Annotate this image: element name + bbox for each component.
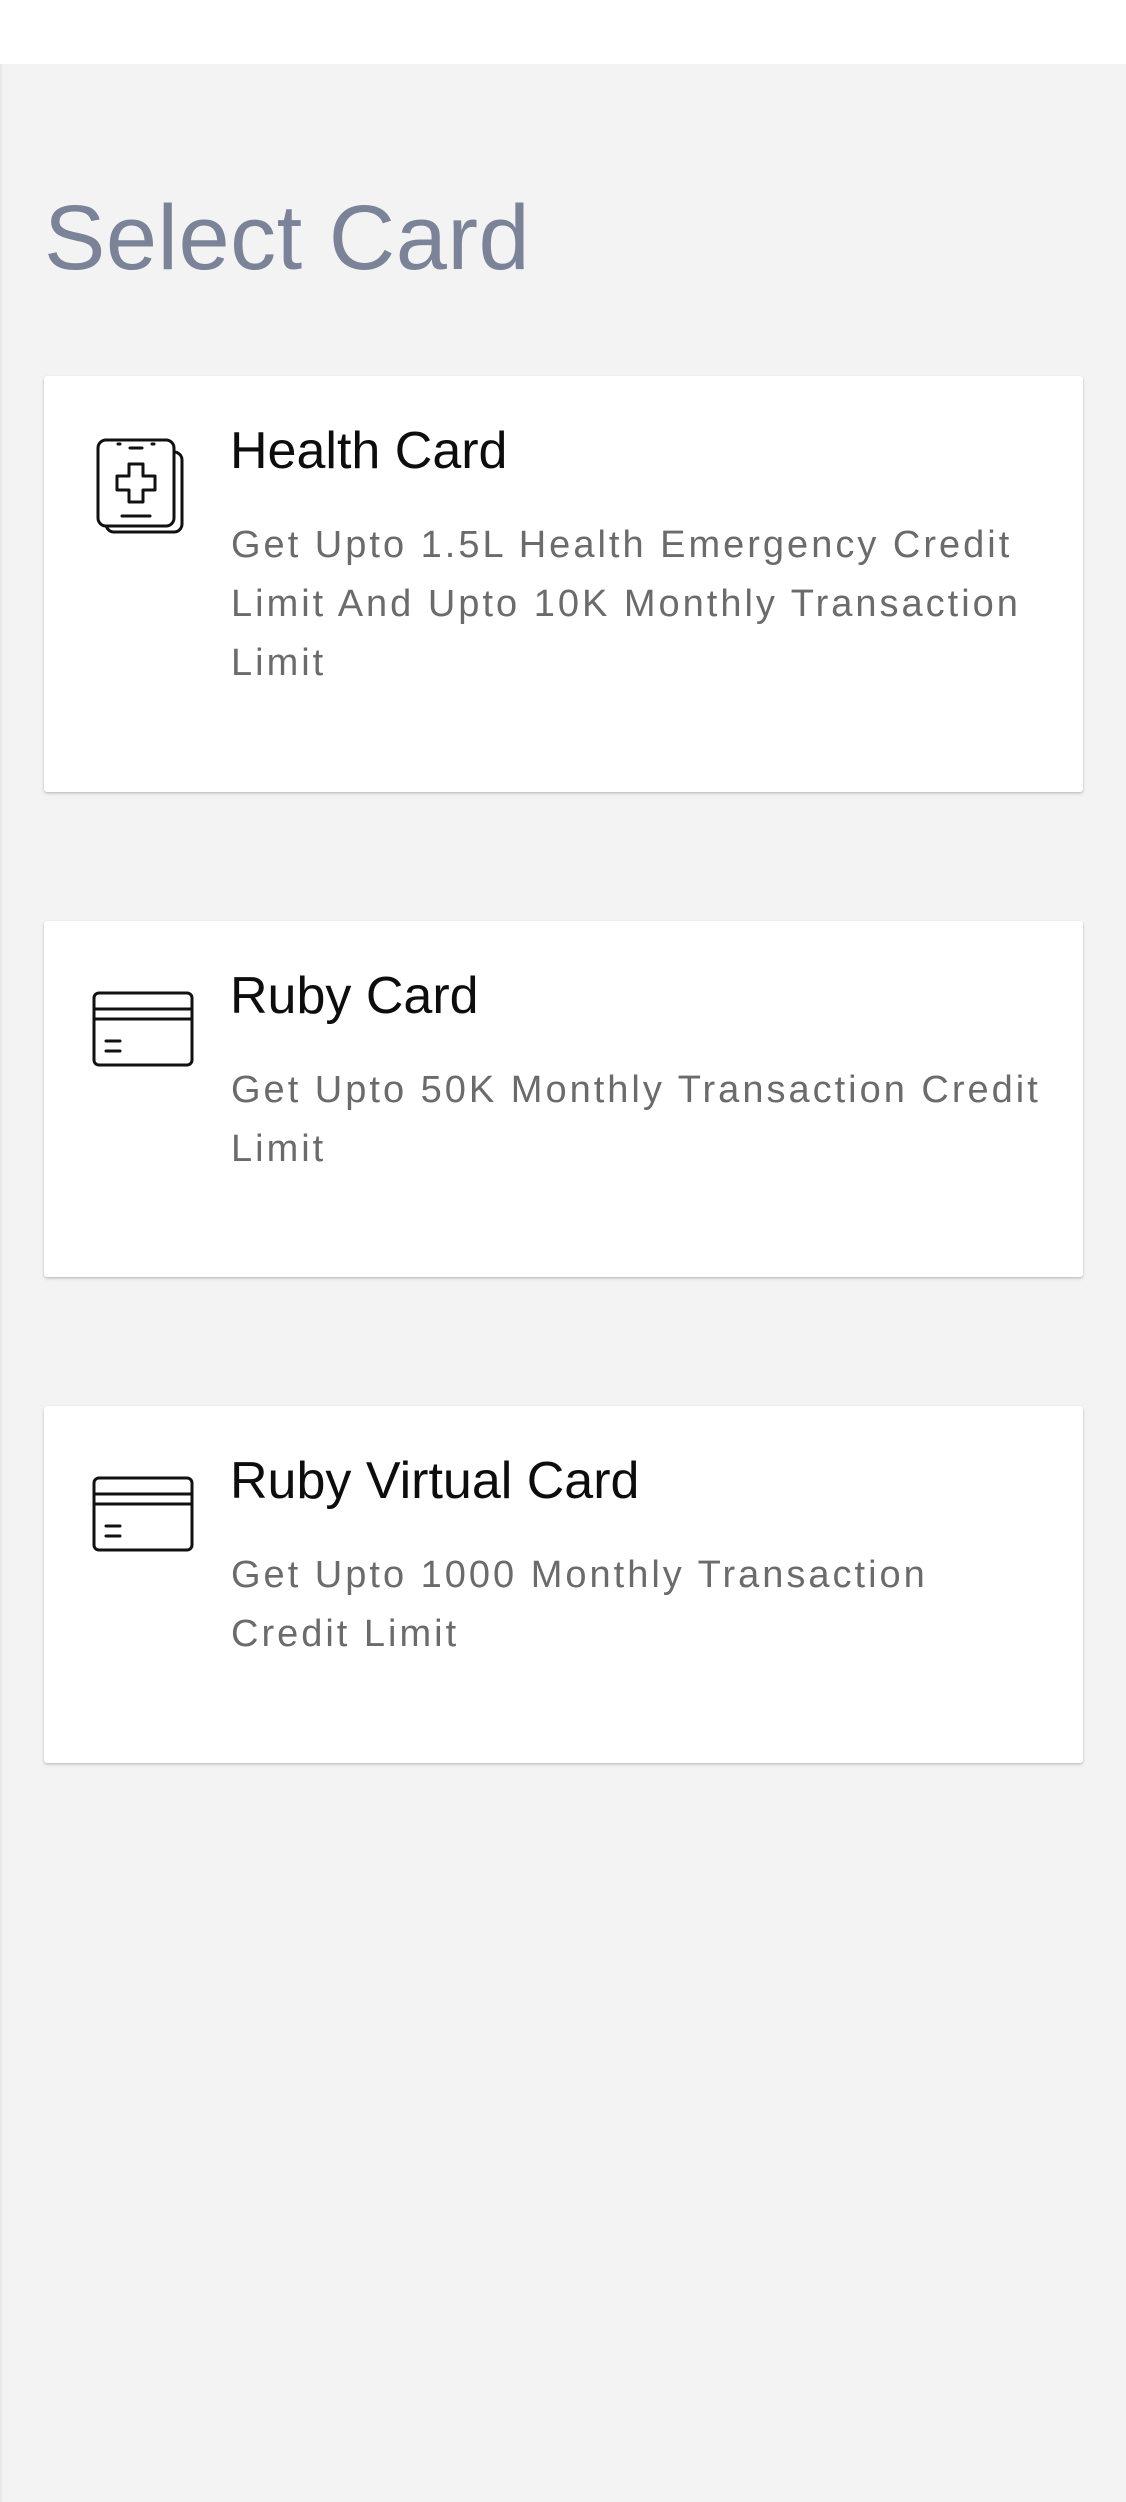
card-title: Health Card <box>230 422 508 480</box>
credit-card-icon <box>92 991 194 1067</box>
card-description: Get Upto 1.5L Health Emergency Credit Li… <box>231 524 1021 684</box>
card-title: Ruby Virtual Card <box>230 1452 640 1510</box>
card-description: Get Upto 1000 Monthly Transaction Credit… <box>231 1554 928 1655</box>
card-option-ruby-virtual[interactable]: Ruby Virtual Card Get Upto 1000 Monthly … <box>44 1406 1083 1763</box>
edge-divider <box>0 64 2 2502</box>
health-card-icon <box>96 438 184 534</box>
card-description: Get Upto 50K Monthly Transaction Credit … <box>231 1069 1041 1170</box>
card-title: Ruby Card <box>230 967 479 1025</box>
card-option-health[interactable]: Health Card Get Upto 1.5L Health Emergen… <box>44 376 1083 792</box>
card-option-ruby[interactable]: Ruby Card Get Upto 50K Monthly Transacti… <box>44 921 1083 1277</box>
credit-card-icon <box>92 1476 194 1552</box>
status-bar <box>0 0 1126 64</box>
page-title: Select Card <box>44 187 531 289</box>
